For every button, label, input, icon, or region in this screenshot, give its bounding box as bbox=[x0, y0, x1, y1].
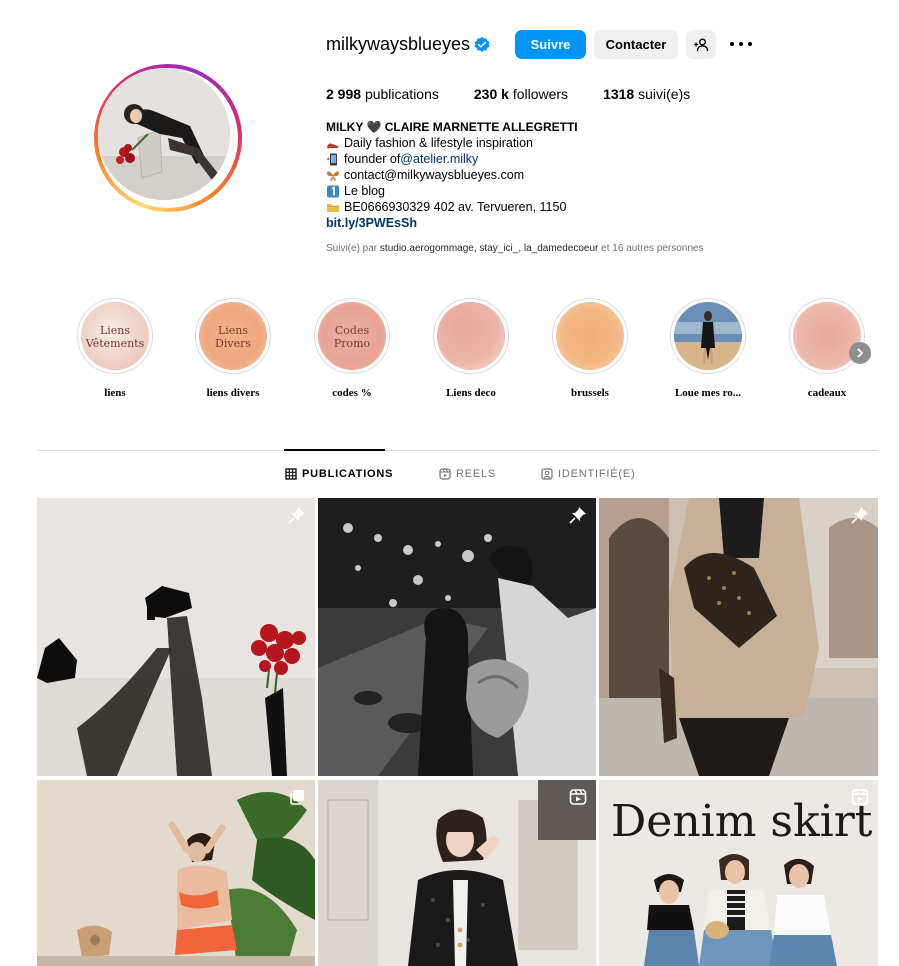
highlight-label: Liens deco bbox=[446, 387, 496, 399]
tagged-icon bbox=[541, 468, 553, 480]
post-thumbnail[interactable] bbox=[318, 498, 596, 776]
follow-button[interactable]: Suivre bbox=[515, 30, 586, 59]
tabs-divider bbox=[37, 450, 878, 451]
profile-fullname: MILKY 🖤 CLAIRE MARNETTE ALLEGRETTI bbox=[326, 120, 578, 134]
profile-avatar-ring[interactable] bbox=[94, 64, 242, 212]
highlight-liens-deco[interactable]: Liens deco bbox=[431, 298, 511, 399]
pin-icon bbox=[288, 507, 305, 524]
bio-line: BE0666930329 402 av. Tervueren, 1150 bbox=[326, 199, 578, 215]
post-thumbnail[interactable]: Denim skirt bbox=[599, 780, 878, 966]
highlight-liens[interactable]: Liens Vêtements liens bbox=[75, 298, 155, 399]
reel-icon bbox=[851, 789, 869, 805]
chevron-right-icon[interactable] bbox=[849, 342, 871, 364]
post-thumbnail[interactable] bbox=[318, 780, 596, 966]
active-tab-indicator bbox=[284, 449, 385, 451]
high-heel-icon bbox=[327, 142, 339, 149]
tab-reels[interactable]: REELS bbox=[439, 468, 496, 480]
post-thumbnail[interactable] bbox=[599, 498, 878, 776]
number-one-icon bbox=[327, 185, 339, 197]
highlight-loue-mes-robes[interactable]: Loue mes ro... bbox=[668, 298, 748, 399]
highlight-label: codes % bbox=[332, 387, 372, 399]
posts-count: 2 998 publications bbox=[326, 86, 439, 102]
verified-badge-icon bbox=[474, 36, 490, 53]
atelier-milky-link[interactable]: @atelier.milky bbox=[400, 151, 478, 167]
highlight-label: brussels bbox=[571, 387, 609, 399]
pin-icon bbox=[569, 507, 586, 524]
bio-line: contact@milkywaysblueyes.com bbox=[326, 167, 578, 183]
following-count[interactable]: 1318 suivi(e)s bbox=[603, 86, 690, 102]
reels-icon bbox=[439, 468, 451, 480]
post-overlay-text: Denim skirt bbox=[611, 796, 873, 847]
grid-icon bbox=[285, 468, 297, 480]
highlight-label: liens bbox=[104, 387, 126, 399]
butterfly-icon bbox=[327, 170, 339, 181]
profile-stats: 2 998 publications 230 k followers 1318 … bbox=[326, 86, 725, 102]
contact-button[interactable]: Contacter bbox=[594, 30, 678, 59]
post-thumbnail[interactable] bbox=[37, 780, 315, 966]
highlight-cover-text: Codes Promo bbox=[333, 324, 371, 350]
highlight-cover-text: Liens Vêtements bbox=[85, 324, 145, 350]
bio-line: Le blog bbox=[326, 183, 578, 199]
profile-bio: MILKY 🖤 CLAIRE MARNETTE ALLEGRETTI Daily… bbox=[326, 119, 578, 231]
carousel-icon bbox=[290, 790, 304, 805]
followers-count[interactable]: 230 k followers bbox=[474, 86, 568, 102]
highlight-brussels[interactable]: brussels bbox=[550, 298, 630, 399]
avatar[interactable] bbox=[98, 68, 230, 200]
highlight-cover-text: Liens Divers bbox=[215, 324, 251, 350]
more-options-icon[interactable] bbox=[730, 36, 752, 52]
tab-publications[interactable]: PUBLICATIONS bbox=[285, 468, 393, 480]
profile-website-link[interactable]: bit.ly/3PWEsSh bbox=[326, 215, 578, 231]
pin-icon bbox=[851, 507, 868, 524]
highlight-codes[interactable]: Codes Promo codes % bbox=[312, 298, 392, 399]
mobile-phone-icon bbox=[327, 153, 337, 165]
followed-by[interactable]: Suivi(e) par studio.aerogommage, stay_ic… bbox=[326, 243, 703, 254]
bio-line: founder of @atelier.milky bbox=[326, 151, 578, 167]
highlight-label: Loue mes ro... bbox=[674, 387, 742, 399]
add-user-icon bbox=[694, 38, 709, 51]
reel-icon bbox=[569, 789, 587, 805]
highlight-label: liens divers bbox=[206, 387, 260, 399]
folder-icon bbox=[327, 203, 339, 212]
tab-tagged[interactable]: IDENTIFIÉ(E) bbox=[541, 468, 635, 480]
profile-username: milkywaysblueyes bbox=[326, 34, 471, 54]
post-thumbnail[interactable] bbox=[37, 498, 315, 776]
suggest-user-button[interactable] bbox=[686, 30, 716, 59]
highlight-liens-divers[interactable]: Liens Divers liens divers bbox=[193, 298, 273, 399]
bio-line: Daily fashion & lifestyle inspiration bbox=[326, 135, 578, 151]
highlight-label: cadeaux bbox=[807, 387, 847, 399]
